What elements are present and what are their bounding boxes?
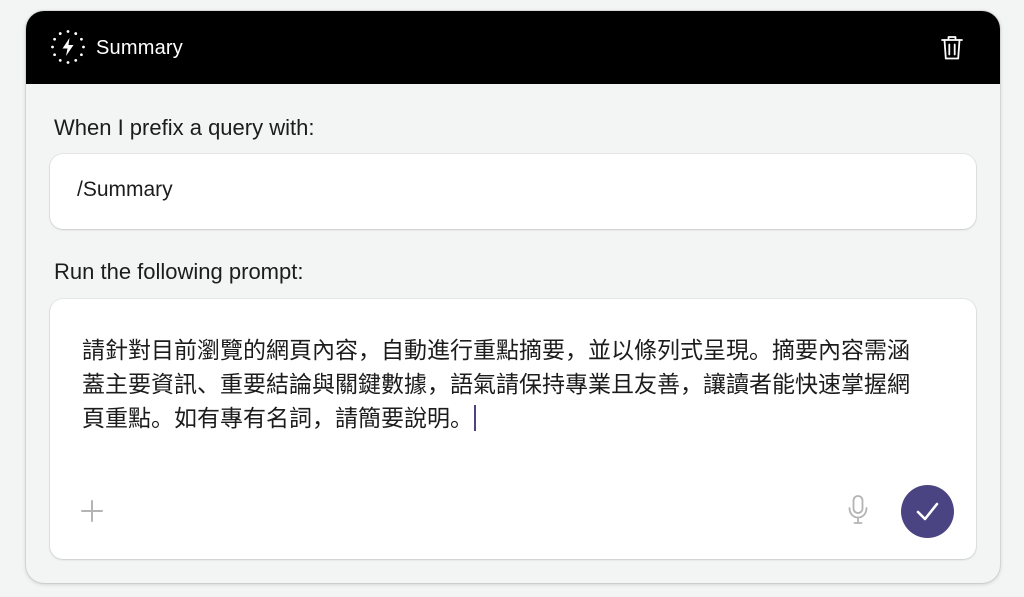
submit-button[interactable] xyxy=(901,485,954,538)
prefix-input[interactable] xyxy=(77,178,937,202)
prefix-field-container xyxy=(50,154,976,229)
prompt-editor[interactable]: 請針對目前瀏覽的網頁內容，自動進行重點摘要，並以條列式呈現。摘要內容需涵蓋主要資… xyxy=(50,299,976,559)
plus-icon[interactable] xyxy=(80,499,104,523)
prompt-textarea[interactable]: 請針對目前瀏覽的網頁內容，自動進行重點摘要，並以條列式呈現。摘要內容需涵蓋主要資… xyxy=(82,334,922,436)
trash-icon[interactable] xyxy=(940,35,964,61)
prefix-label: When I prefix a query with: xyxy=(54,115,315,140)
lightning-dotted-circle-icon xyxy=(51,30,85,64)
shortcut-title: Summary xyxy=(96,37,183,59)
checkmark-icon xyxy=(916,502,939,521)
card-header: Summary xyxy=(26,11,1000,84)
prompt-text: 請針對目前瀏覽的網頁內容，自動進行重點摘要，並以條列式呈現。摘要內容需涵蓋主要資… xyxy=(82,338,910,432)
prompt-label: Run the following prompt: xyxy=(54,259,304,284)
shortcut-card: Summary When I prefix a query with: Run … xyxy=(26,11,1000,583)
text-caret xyxy=(474,405,476,431)
microphone-icon[interactable] xyxy=(846,494,870,526)
